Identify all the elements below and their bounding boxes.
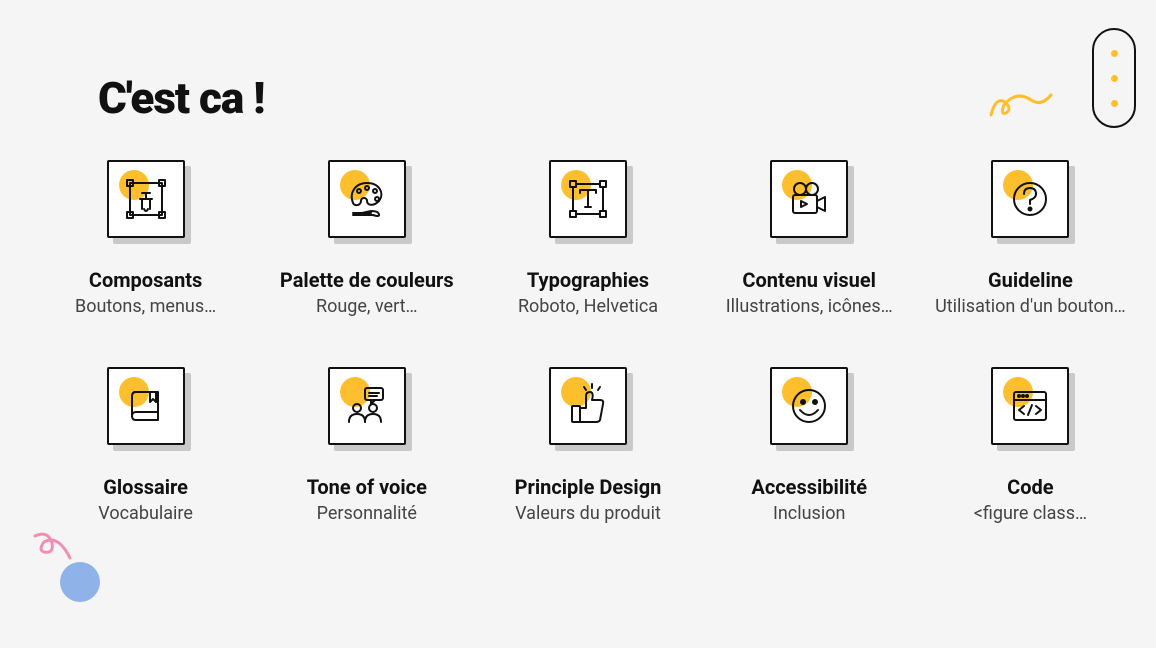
card-contenu-visuel[interactable]: Contenu visuel Illustrations, icônes… (704, 160, 915, 317)
dot-icon (1111, 50, 1118, 57)
code-window-icon (1006, 382, 1054, 430)
icon-box (107, 367, 185, 445)
components-icon (122, 175, 170, 223)
card-palette[interactable]: Palette de couleurs Rouge, vert… (261, 160, 472, 317)
card-accessibilite[interactable]: Accessibilité Inclusion (704, 367, 915, 524)
card-title: Typographies (527, 268, 649, 292)
question-icon (1006, 175, 1054, 223)
palette-icon (343, 175, 391, 223)
card-title: Guideline (988, 268, 1073, 292)
icon-box (770, 367, 848, 445)
icon-box (991, 367, 1069, 445)
card-glossaire[interactable]: Glossaire Vocabulaire (40, 367, 251, 524)
icon-box (549, 367, 627, 445)
page-title: C'est ca ! (98, 72, 264, 124)
card-principle-design[interactable]: Principle Design Valeurs du produit (482, 367, 693, 524)
dot-icon (1111, 100, 1118, 107)
icon-box (107, 160, 185, 238)
book-icon (122, 382, 170, 430)
card-subtitle: Valeurs du produit (515, 503, 661, 524)
circle-decoration-icon (60, 562, 100, 602)
card-guideline[interactable]: Guideline Utilisation d'un bouton… (925, 160, 1136, 317)
thumbs-up-icon (564, 382, 612, 430)
people-chat-icon (343, 382, 391, 430)
card-title: Principle Design (515, 475, 662, 499)
squiggle-decoration-icon (986, 85, 1056, 125)
card-subtitle: <figure class… (974, 503, 1087, 524)
card-subtitle: Rouge, vert… (316, 296, 418, 317)
squiggle-decoration-icon (30, 528, 80, 568)
card-tone-of-voice[interactable]: Tone of voice Personnalité (261, 367, 472, 524)
dot-icon (1111, 75, 1118, 82)
card-subtitle: Illustrations, icônes… (726, 296, 893, 317)
card-subtitle: Vocabulaire (98, 503, 193, 524)
card-grid: Composants Boutons, menus… Palette de co… (40, 160, 1136, 524)
typography-icon (564, 175, 612, 223)
icon-box (328, 160, 406, 238)
card-subtitle: Boutons, menus… (75, 296, 216, 317)
smile-icon (785, 382, 833, 430)
card-subtitle: Personnalité (317, 503, 417, 524)
card-composants[interactable]: Composants Boutons, menus… (40, 160, 251, 317)
video-camera-icon (785, 175, 833, 223)
card-title: Composants (89, 268, 202, 292)
card-title: Glossaire (103, 475, 188, 499)
card-typographies[interactable]: Typographies Roboto, Helvetica (482, 160, 693, 317)
card-subtitle: Inclusion (773, 503, 845, 524)
icon-box (770, 160, 848, 238)
card-title: Accessibilité (751, 475, 867, 499)
card-title: Contenu visuel (742, 268, 876, 292)
more-button[interactable] (1092, 28, 1136, 128)
card-title: Code (1007, 475, 1053, 499)
icon-box (549, 160, 627, 238)
icon-box (328, 367, 406, 445)
card-subtitle: Utilisation d'un bouton… (935, 296, 1126, 317)
card-code[interactable]: Code <figure class… (925, 367, 1136, 524)
card-subtitle: Roboto, Helvetica (518, 296, 658, 317)
card-title: Tone of voice (307, 475, 427, 499)
icon-box (991, 160, 1069, 238)
card-title: Palette de couleurs (280, 268, 454, 292)
